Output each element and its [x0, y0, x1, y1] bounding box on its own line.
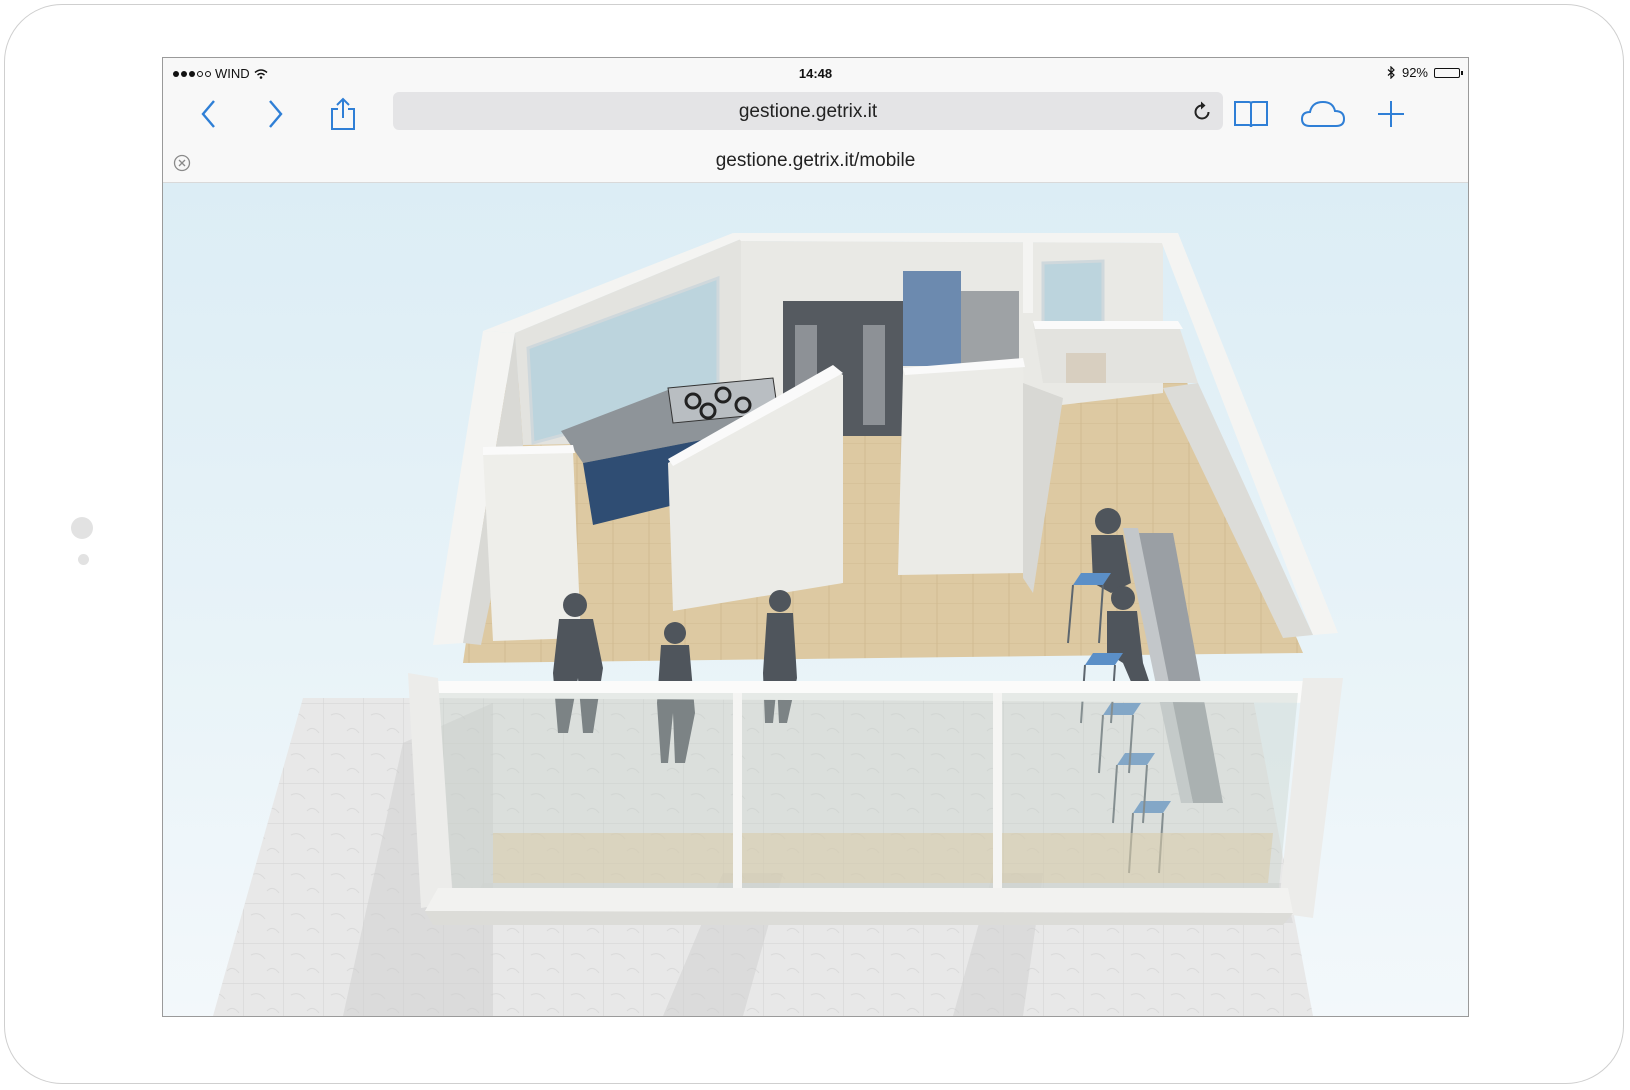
url-text: gestione.getrix.it [738, 101, 878, 122]
browser-toolbar: gestione.getrix.it [163, 88, 1468, 140]
status-right: 92% [1387, 65, 1463, 80]
bookmarks-button[interactable] [1231, 96, 1271, 132]
plus-icon [1378, 101, 1404, 127]
status-time: 14:48 [798, 66, 833, 81]
chevron-left-icon [201, 100, 215, 128]
floorplan-3d-render [213, 233, 1343, 1016]
icloud-tabs-button[interactable] [1299, 96, 1347, 132]
address-bar[interactable]: gestione.getrix.it [393, 92, 1223, 130]
status-bar: WIND 14:48 92% [163, 58, 1468, 88]
battery-icon [1434, 67, 1463, 78]
share-icon [331, 97, 355, 130]
bluetooth-icon [1387, 66, 1395, 79]
share-button[interactable] [325, 96, 361, 132]
front-camera [71, 517, 93, 539]
back-button[interactable] [191, 96, 227, 132]
3d-floorplan-viewport[interactable] [163, 183, 1468, 1016]
chevron-right-icon [269, 100, 283, 128]
front-glass-wall [408, 673, 1343, 925]
cloud-icon [1300, 100, 1346, 127]
reload-button[interactable] [1187, 96, 1217, 126]
tab-title: gestione.getrix.it/mobile [715, 150, 916, 171]
reload-icon [1194, 101, 1210, 120]
book-icon [1234, 101, 1268, 128]
forward-button[interactable] [257, 96, 293, 132]
new-tab-button[interactable] [1373, 96, 1409, 132]
device-screen: WIND 14:48 92% gestione.getrix.it gestio… [162, 57, 1469, 1017]
battery-percent: 92% [1401, 65, 1428, 80]
tab-bar: gestione.getrix.it/mobile [163, 140, 1468, 183]
camera-sensor [78, 554, 89, 565]
